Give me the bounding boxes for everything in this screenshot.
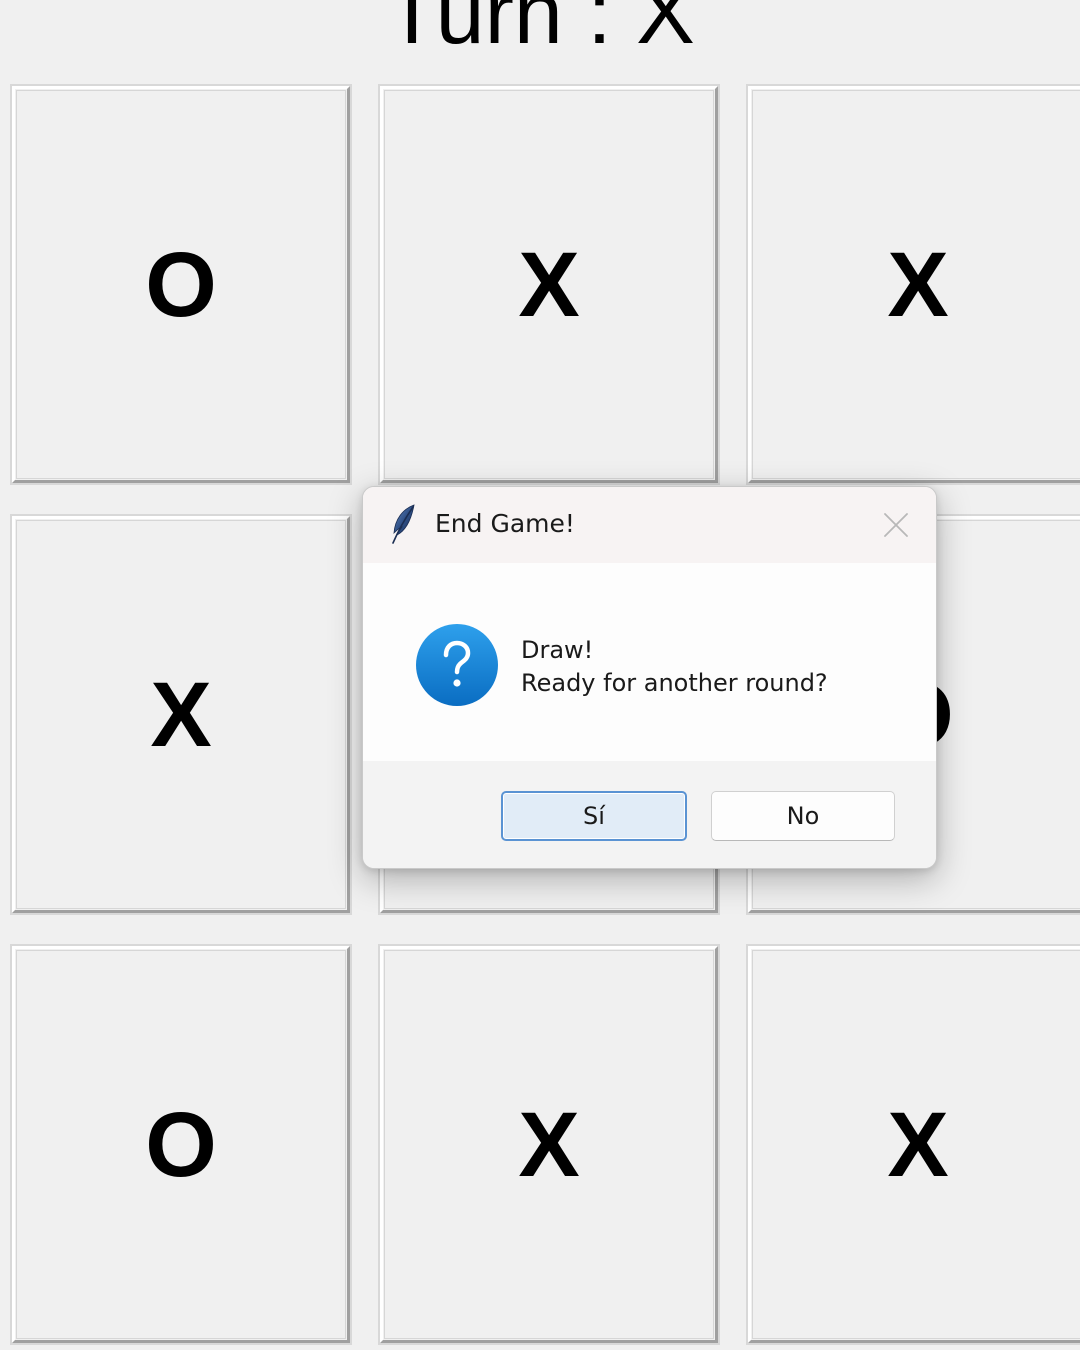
message-title: Draw! (521, 636, 594, 664)
cell-mark: X (518, 233, 580, 336)
dialog-titlebar[interactable]: End Game! (363, 487, 936, 563)
board-cell-9[interactable]: X (748, 946, 1080, 1343)
message-text: Ready for another round? (521, 669, 828, 697)
question-icon (415, 623, 499, 707)
close-icon (884, 513, 908, 537)
cell-mark: X (518, 1093, 580, 1196)
cell-mark: X (887, 1093, 949, 1196)
board-cell-7[interactable]: O (12, 946, 350, 1343)
dialog-footer: Sí No (363, 761, 936, 868)
cell-mark: X (150, 663, 212, 766)
end-game-dialog: End Game! Draw! Ready for another round?… (362, 486, 937, 869)
board-cell-1[interactable]: O (12, 86, 350, 483)
board-cell-4[interactable]: X (12, 516, 350, 913)
no-button[interactable]: No (711, 791, 895, 841)
dialog-body: Draw! Ready for another round? (363, 563, 936, 761)
dialog-title: End Game! (435, 509, 575, 538)
cell-mark: O (145, 1093, 217, 1196)
close-button[interactable] (876, 505, 916, 545)
feather-icon (389, 503, 419, 545)
yes-button[interactable]: Sí (501, 791, 687, 841)
board-cell-3[interactable]: X (748, 86, 1080, 483)
board-cell-8[interactable]: X (380, 946, 718, 1343)
cell-mark: X (887, 233, 949, 336)
cell-mark: O (145, 233, 217, 336)
turn-label: Turn : X (385, 0, 695, 62)
board-cell-2[interactable]: X (380, 86, 718, 483)
